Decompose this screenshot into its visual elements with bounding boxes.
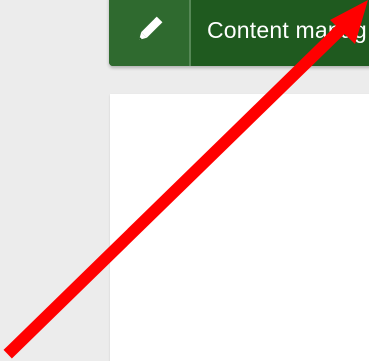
menu-icon-area (109, 0, 189, 66)
menu-label: Content manag (207, 16, 367, 43)
content-management-menu-item[interactable]: Content manag (109, 0, 369, 66)
screen: Content manag (0, 0, 369, 361)
content-panel (110, 94, 369, 361)
menu-divider (189, 0, 191, 66)
pencil-icon (139, 16, 163, 40)
